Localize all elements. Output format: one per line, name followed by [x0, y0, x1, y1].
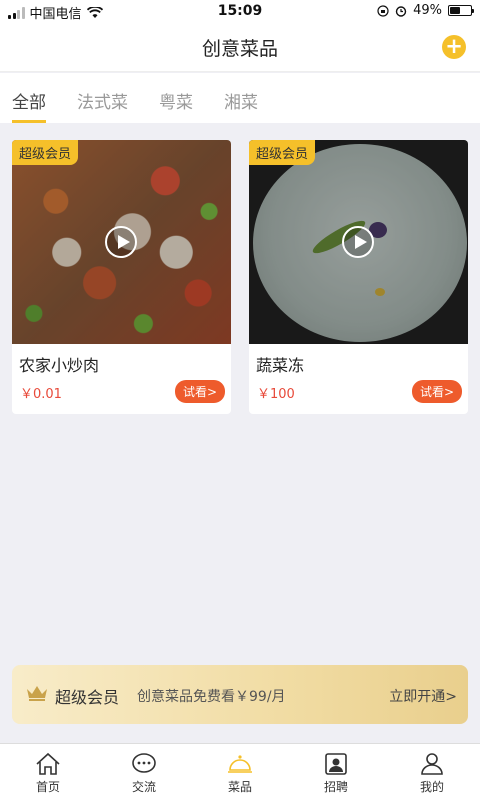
vip-banner[interactable]: 超级会员 创意菜品免费看￥99/月 立即开通>: [12, 665, 468, 724]
nav-bar: 创意菜品 +: [0, 22, 480, 72]
tabbar-item-chat[interactable]: 交流: [96, 744, 192, 800]
person-icon: [421, 753, 443, 775]
alarm-icon: [395, 5, 407, 17]
battery-percent: 49%: [413, 3, 442, 18]
chat-icon: [132, 753, 156, 773]
category-tabs: 全部 法式菜 粤菜 湘菜: [0, 73, 480, 123]
dish-card[interactable]: 超级会员 农家小炒肉 ￥0.01 试看>: [12, 140, 231, 414]
vip-badge: 超级会员: [12, 140, 79, 165]
tabbar-item-me[interactable]: 我的: [384, 744, 480, 800]
rotation-lock-icon: [377, 4, 389, 17]
battery-icon: [448, 5, 474, 16]
status-right: 49%: [377, 3, 474, 18]
vip-title: 超级会员: [55, 688, 120, 707]
dish-price: ￥100: [257, 387, 295, 402]
tabbar-label: 首页: [35, 780, 60, 794]
dish-thumbnail[interactable]: 超级会员: [249, 140, 468, 344]
add-button[interactable]: +: [442, 35, 466, 59]
vip-description: 创意菜品免费看￥99/月: [137, 689, 286, 705]
vip-badge: 超级会员: [249, 140, 316, 165]
tabbar-item-recruit[interactable]: 招聘: [288, 744, 384, 800]
dish-thumbnail[interactable]: 超级会员: [12, 140, 231, 344]
dish-price: ￥0.01: [20, 387, 62, 402]
plus-icon: +: [445, 34, 463, 58]
tabbar-label: 我的: [419, 780, 444, 794]
play-icon[interactable]: [342, 226, 374, 258]
status-bar: 中国电信 15:09 49%: [0, 0, 480, 22]
dish-title: 蔬菜冻: [256, 356, 305, 375]
crown-icon: [27, 686, 47, 701]
tab-french[interactable]: 法式菜: [77, 73, 128, 123]
try-watch-button[interactable]: 试看>: [174, 380, 225, 403]
tab-hunan[interactable]: 湘菜: [224, 73, 258, 123]
tabbar-label: 交流: [131, 780, 156, 794]
tab-all[interactable]: 全部: [12, 73, 46, 123]
open-vip-button[interactable]: 立即开通>: [389, 686, 457, 706]
dish-title: 农家小炒肉: [19, 356, 100, 375]
tabbar-label: 招聘: [323, 780, 348, 794]
tab-cantonese[interactable]: 粤菜: [159, 73, 193, 123]
bottom-tab-bar: 首页 交流 菜品 招聘 我的: [0, 743, 480, 800]
tabbar-label: 菜品: [227, 780, 252, 794]
dish-card[interactable]: 超级会员 蔬菜冻 ￥100 试看>: [249, 140, 468, 414]
tabbar-item-dishes[interactable]: 菜品: [192, 744, 288, 800]
dish-cover-icon: [228, 755, 252, 773]
page-title: 创意菜品: [201, 38, 278, 60]
tabbar-item-home[interactable]: 首页: [0, 744, 96, 800]
recruit-icon: [325, 753, 347, 775]
play-icon[interactable]: [105, 226, 137, 258]
try-watch-button[interactable]: 试看>: [411, 380, 462, 403]
dish-grid: 超级会员 农家小炒肉 ￥0.01 试看> 超级会员 蔬菜冻 ￥100 试看>: [12, 140, 468, 414]
home-icon: [36, 752, 60, 775]
